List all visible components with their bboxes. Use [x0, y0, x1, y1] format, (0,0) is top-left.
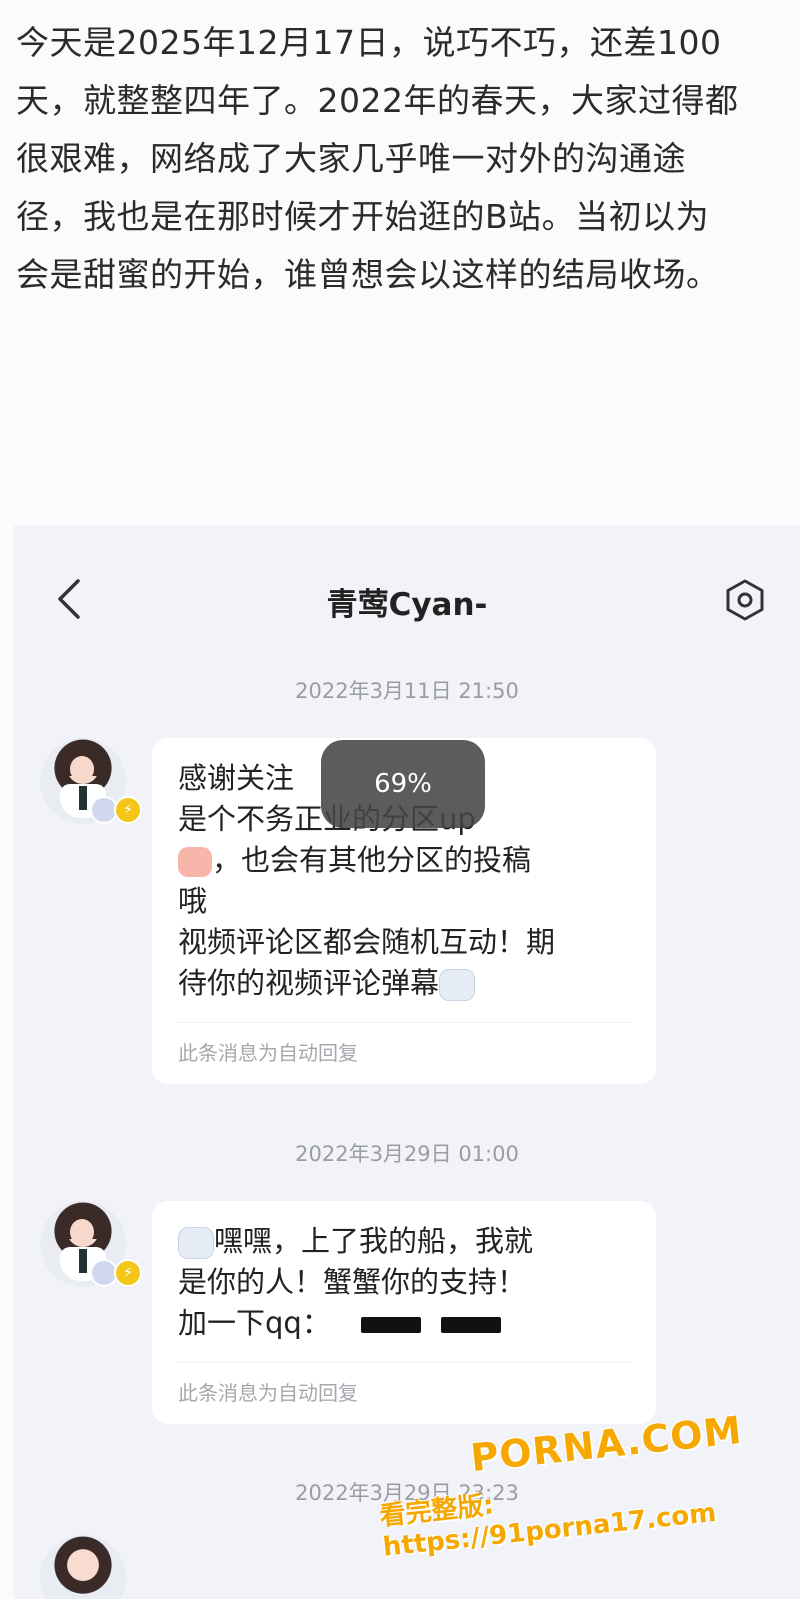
- avatar[interactable]: [40, 1535, 126, 1599]
- lightning-badge-icon: ⚡: [114, 796, 142, 824]
- pig-emoji-icon: [178, 847, 212, 877]
- cat-emoji-icon: [178, 1227, 214, 1259]
- message-line: 待你的视频评论弹幕: [178, 963, 630, 1004]
- redacted-text: [360, 1317, 421, 1333]
- progress-toast: 69%: [321, 740, 485, 828]
- message-line: 是你的人！蟹蟹你的支持！: [178, 1265, 527, 1299]
- avatar-face: [70, 1219, 94, 1245]
- lightning-badge-icon: ⚡: [114, 1259, 142, 1287]
- message-line: 哦: [178, 884, 208, 918]
- timestamp: 2022年3月29日 01:00: [295, 1142, 519, 1166]
- auto-reply-note: 此条消息为自动回复: [178, 1022, 630, 1084]
- avatar[interactable]: ⚡: [40, 738, 142, 824]
- avatar-tie: [79, 1249, 87, 1273]
- timestamp: 2022年3月11日 21:50: [295, 679, 519, 703]
- message-line: 嘿嘿，上了我的船，我就: [178, 1221, 630, 1262]
- chat-header: 青莺Cyan-: [14, 565, 800, 635]
- redacted-text: [440, 1317, 501, 1333]
- message-line: 视频评论区都会随机互动！期: [178, 925, 556, 959]
- gear-icon[interactable]: [724, 579, 766, 621]
- intro-paragraph: 今天是2025年12月17日，说巧不巧，还差100 天，就整整四年了。2022年…: [16, 23, 739, 294]
- auto-reply-note: 此条消息为自动回复: [178, 1362, 630, 1424]
- avatar-tie: [79, 786, 87, 810]
- cat-emoji-icon: [439, 969, 476, 1001]
- message-line: ，也会有其他分区的投稿: [178, 840, 630, 881]
- message-line: 加一下qq：: [178, 1303, 630, 1344]
- message-bubble[interactable]: 嘿嘿，上了我的船，我就 是你的人！蟹蟹你的支持！ 加一下qq： 此条消息为自动回…: [152, 1201, 656, 1424]
- avatar[interactable]: ⚡: [40, 1201, 142, 1287]
- chat-title: 青莺Cyan-: [326, 587, 488, 623]
- avatar-face: [70, 756, 94, 782]
